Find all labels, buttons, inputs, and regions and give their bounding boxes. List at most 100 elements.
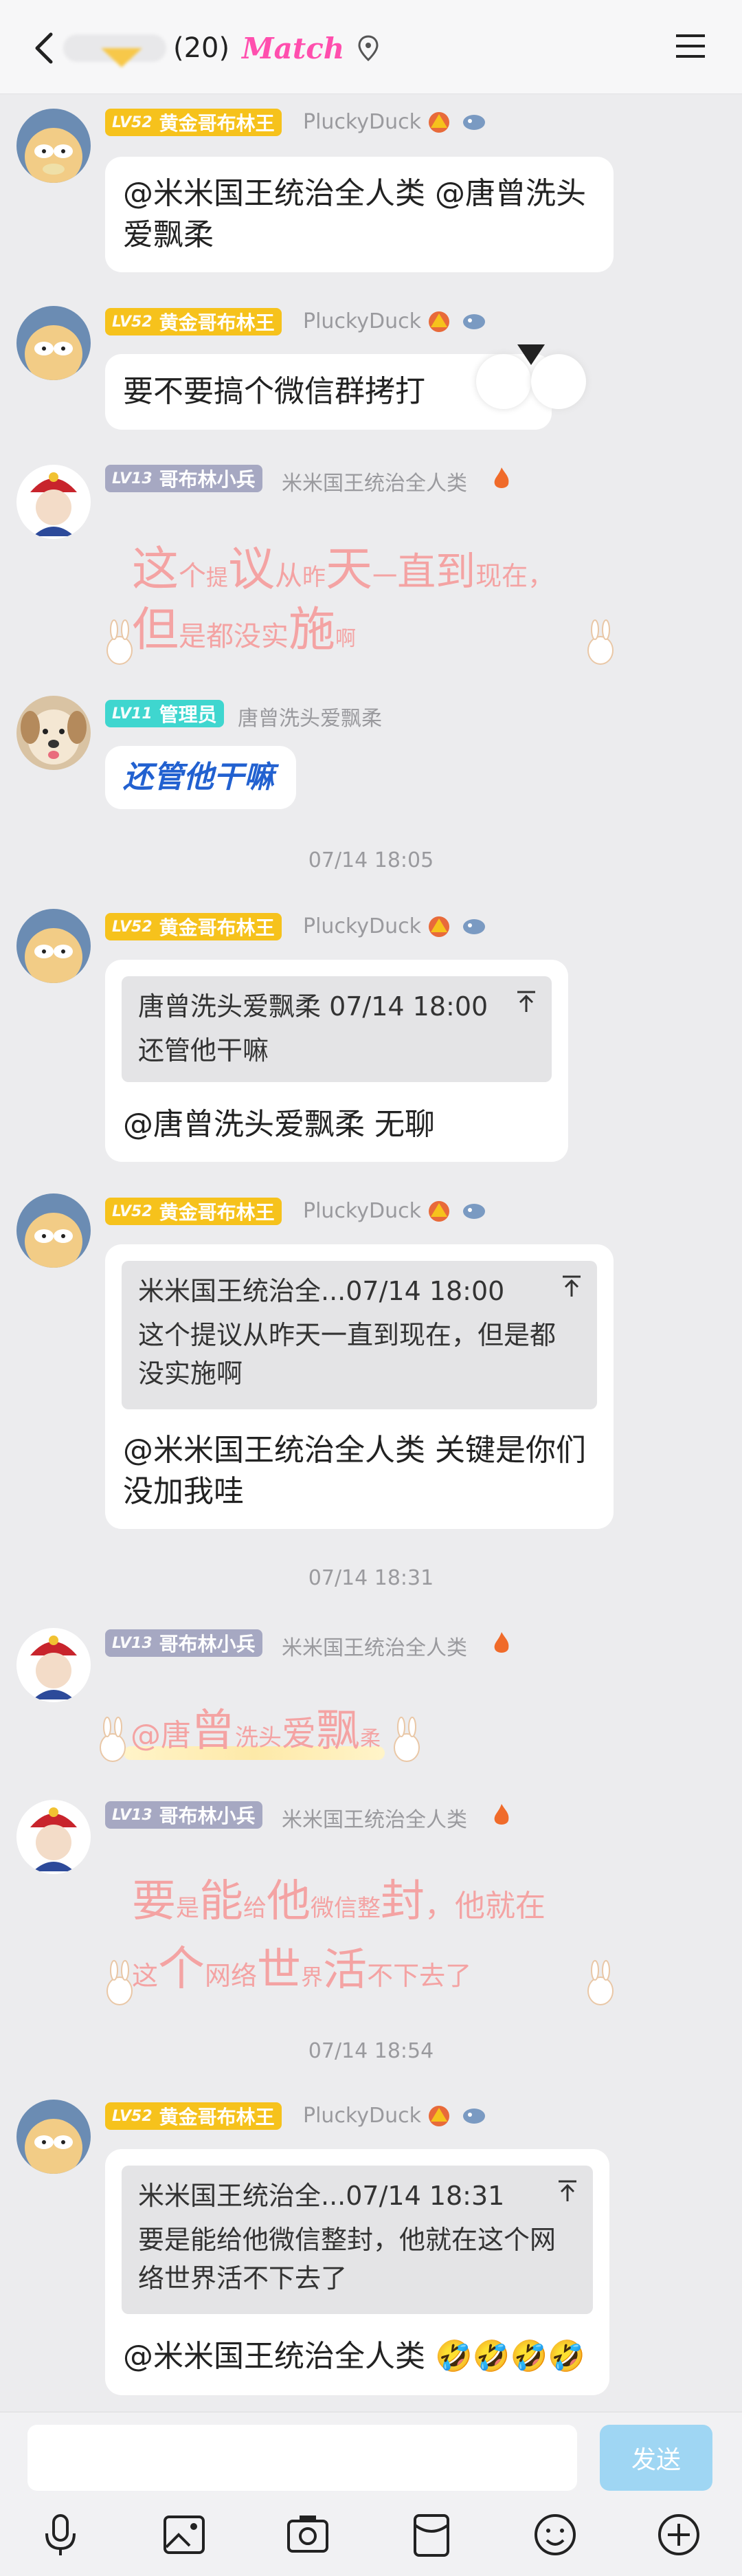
fancy-char: 曾 [191,1706,235,1757]
camera-icon[interactable] [283,2510,333,2560]
dragon-emblem-icon [429,1201,449,1222]
timestamp: 07/14 18:05 [308,848,434,872]
fancy-text-message[interactable]: @唐曾洗头爱飘柔 [96,1691,426,1774]
quote-header: 唐曾洗头爱飘柔 07/14 18:00 [138,991,488,1022]
sender-nickname: PluckyDuck [303,1199,421,1223]
bunny-decoration-icon [100,1717,126,1762]
jump-to-top-icon[interactable] [557,2179,578,2203]
message-text: @唐曾洗头爱飘柔 无聊 [123,1107,435,1142]
fancy-char: @唐 [131,1718,191,1753]
quoted-message[interactable]: 米米国王统治全...07/14 18:00 这个提议从昨天一直到现在，但是都 没… [122,1261,597,1409]
group-title[interactable]: (20) Match [63,27,380,69]
bunny-decoration-icon [587,619,614,665]
jump-to-top-icon[interactable] [516,990,537,1013]
message-text: 还管他干嘛 [123,760,274,795]
fancy-char: 给 [243,1895,267,1922]
fancy-char: 能 [199,1876,243,1927]
level-badge: LV13 哥布林小兵 [105,1629,262,1657]
message-input[interactable] [27,2425,577,2491]
quoted-message[interactable]: 米米国王统治全...07/14 18:31 要是能给他微信整封，他就在这个网 络… [122,2166,593,2314]
sender-nickname: 米米国王统治全人类 [282,472,467,496]
menu-icon[interactable] [675,32,706,60]
fish-emblem-icon [463,314,485,329]
avatar-psyduck[interactable] [16,2100,91,2174]
fancy-char: 是都没实 [179,621,289,652]
dragon-emblem-icon [429,2106,449,2126]
fancy-char: 他 [267,1876,311,1927]
fancy-char: 洗头 [235,1724,282,1752]
fancy-char: 是 [176,1895,199,1922]
quote-header: 米米国王统治全...07/14 18:00 [138,1276,505,1306]
message-bubble[interactable]: 还管他干嘛 [105,746,296,809]
message-text: @米米国王统治全人类 @唐曾洗头 爱飘柔 [123,176,586,252]
fancy-char: 界 [301,1964,324,1990]
image-icon[interactable] [159,2510,209,2560]
fish-emblem-icon [463,2109,485,2124]
bunny-decoration-icon [106,1960,133,2005]
timestamp: 07/14 18:31 [308,1566,434,1590]
avatar-puppy[interactable] [16,696,91,770]
fancy-char: 柔 [360,1727,381,1751]
plus-icon[interactable] [654,2510,704,2560]
bunny-decoration-icon [106,619,133,665]
sender-nickname: 唐曾洗头爱飘柔 [238,707,382,731]
blurred-group-name [63,34,166,67]
fish-emblem-icon [463,115,485,130]
avatar-emperor[interactable] [16,1800,91,1874]
avatar-psyduck[interactable] [16,306,91,380]
fancy-char: 天 [326,542,373,597]
fancy-text-line: 这个网络世界活不下去了 [132,1930,471,1999]
red-packet-icon[interactable] [407,2510,456,2560]
location-pin-icon[interactable] [357,34,380,62]
flame-icon [494,1804,509,1825]
sticker-overlay [407,344,586,416]
admin-badge: LV11 管理员 [105,700,224,727]
message-bubble[interactable]: 唐曾洗头爱飘柔 07/14 18:00 还管他干嘛 @唐曾洗头爱飘柔 无聊 [105,960,568,1162]
fancy-char: 封 [381,1876,425,1927]
fish-emblem-icon [463,1204,485,1219]
avatar-psyduck[interactable] [16,909,91,983]
fancy-char: 昨 [302,564,326,591]
fancy-text-line: @唐曾洗头爱飘柔 [131,1695,381,1759]
avatar-emperor[interactable] [16,1628,91,1702]
back-arrow-icon[interactable] [26,27,67,69]
sender-nickname: PluckyDuck [303,110,421,134]
fancy-text-message[interactable]: 这个提议从昨天一直到现在， 但是都没实施啊 [103,516,632,674]
quote-text: 还管他干嘛 [138,1035,269,1066]
level-badge: LV52 黄金哥布林王 [105,308,282,335]
message-bubble[interactable]: @米米国王统治全人类 @唐曾洗头 爱飘柔 [105,157,614,272]
message-bubble[interactable]: 要不要搞个微信群拷打 [105,344,586,430]
level-badge: LV13 哥布林小兵 [105,465,262,492]
fancy-text-message[interactable]: 要是能给他微信整封，他就在 这个网络世界活不下去了 [103,1856,632,2014]
microphone-icon[interactable] [36,2510,85,2560]
emoji-icon[interactable] [530,2510,580,2560]
bunny-decoration-icon [587,1960,614,2005]
avatar-emperor[interactable] [16,465,91,539]
sender-nickname: 米米国王统治全人类 [282,1808,467,1832]
sender-nickname: PluckyDuck [303,309,421,333]
fancy-char: 网络 [205,1961,258,1991]
sender-nickname: PluckyDuck [303,914,421,938]
top-bar: (20) Match [0,0,742,94]
fancy-char: 个 [179,560,207,592]
dragon-emblem-icon [429,916,449,937]
fancy-char: 啊 [335,627,357,651]
fancy-text-line: 这个提议从昨天一直到现在， [132,531,554,599]
avatar-psyduck[interactable] [16,109,91,183]
quote-header: 米米国王统治全...07/14 18:31 [138,2181,505,2211]
fish-emblem-icon [463,919,485,934]
quoted-message[interactable]: 唐曾洗头爱飘柔 07/14 18:00 还管他干嘛 [122,976,552,1082]
send-button[interactable]: 发送 [600,2425,712,2491]
level-badge: LV52 黄金哥布林王 [105,1198,282,1225]
fancy-char: 不下去了 [367,1961,472,1991]
message-bubble[interactable]: 米米国王统治全...07/14 18:00 这个提议从昨天一直到现在，但是都 没… [105,1244,614,1529]
fancy-text-line: 要是能给他微信整封，他就在 [132,1866,546,1929]
message-bubble[interactable]: 米米国王统治全...07/14 18:31 要是能给他微信整封，他就在这个网 络… [105,2149,609,2395]
fancy-char: 现在， [475,561,554,591]
flame-icon [494,1632,509,1653]
fancy-char: 微信整 [311,1895,381,1922]
level-badge: LV52 黄金哥布林王 [105,109,282,136]
avatar-psyduck[interactable] [16,1193,91,1268]
flame-icon [494,467,509,488]
jump-to-top-icon[interactable] [561,1275,582,1298]
